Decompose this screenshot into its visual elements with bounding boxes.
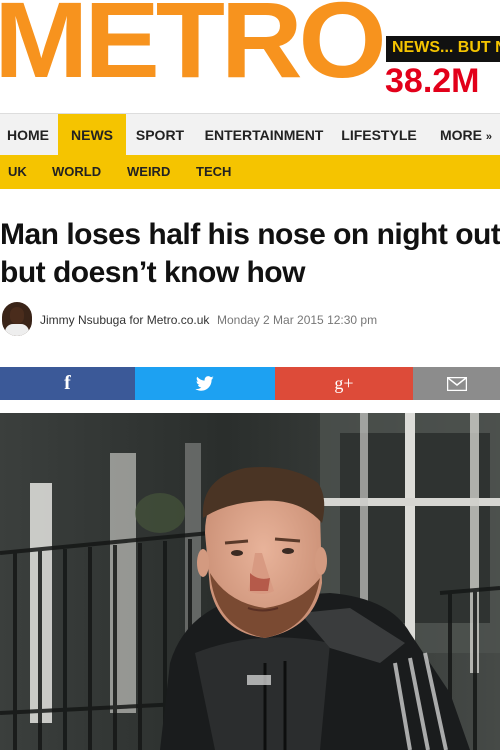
promo-amount: 38.2M	[385, 62, 480, 100]
share-facebook-button[interactable]: f	[0, 367, 135, 400]
nav-item-home[interactable]: HOME	[0, 114, 56, 156]
chevron-double-down-icon: »	[485, 131, 493, 143]
facebook-icon: f	[64, 372, 71, 394]
nav-item-lifestyle[interactable]: LIFESTYLE	[336, 114, 422, 156]
share-twitter-button[interactable]	[135, 367, 275, 400]
author-avatar[interactable]	[2, 302, 32, 336]
article-photo[interactable]	[0, 413, 500, 750]
headline-line-2: but doesn’t know how	[0, 256, 305, 289]
masthead: METRO NEWS... BUT NOT 38.2M	[0, 0, 500, 113]
nav-item-more[interactable]: MORE »	[432, 114, 500, 156]
author-link[interactable]: Jimmy Nsubuga for Metro.co.uk	[40, 313, 209, 327]
share-google-plus-button[interactable]: g+	[275, 367, 413, 400]
twitter-icon	[195, 372, 215, 394]
article-headline: Man loses half his nose on night out but…	[0, 216, 500, 292]
share-email-button[interactable]	[413, 367, 500, 400]
photo-scene	[0, 413, 500, 750]
sub-nav: UK WORLD WEIRD TECH	[0, 155, 500, 189]
subnav-item-world[interactable]: WORLD	[52, 155, 101, 189]
main-nav: HOME NEWS SPORT ENTERTAINMENT LIFESTYLE …	[0, 113, 500, 156]
subnav-item-tech[interactable]: TECH	[196, 155, 231, 189]
avatar-face	[10, 307, 24, 324]
nav-item-sport[interactable]: SPORT	[128, 114, 192, 156]
headline-line-1: Man loses half his nose on night out	[0, 218, 500, 251]
nav-item-entertainment[interactable]: ENTERTAINMENT	[200, 114, 328, 156]
promo-text: NEWS... BUT NOT	[392, 39, 500, 56]
avatar-shirt	[5, 324, 29, 336]
google-plus-icon: g+	[334, 373, 354, 393]
subnav-item-weird[interactable]: WEIRD	[127, 155, 170, 189]
envelope-icon	[446, 372, 467, 394]
byline: Jimmy Nsubuga for Metro.co.uk Monday 2 M…	[0, 300, 500, 340]
subnav-item-uk[interactable]: UK	[8, 155, 27, 189]
share-bar: f g+	[0, 367, 500, 400]
publish-date: Monday 2 Mar 2015 12:30 pm	[217, 313, 378, 327]
nav-item-more-label: MORE	[440, 127, 482, 143]
metro-logo[interactable]: METRO	[0, 0, 387, 94]
nav-item-news[interactable]: NEWS	[58, 114, 126, 156]
